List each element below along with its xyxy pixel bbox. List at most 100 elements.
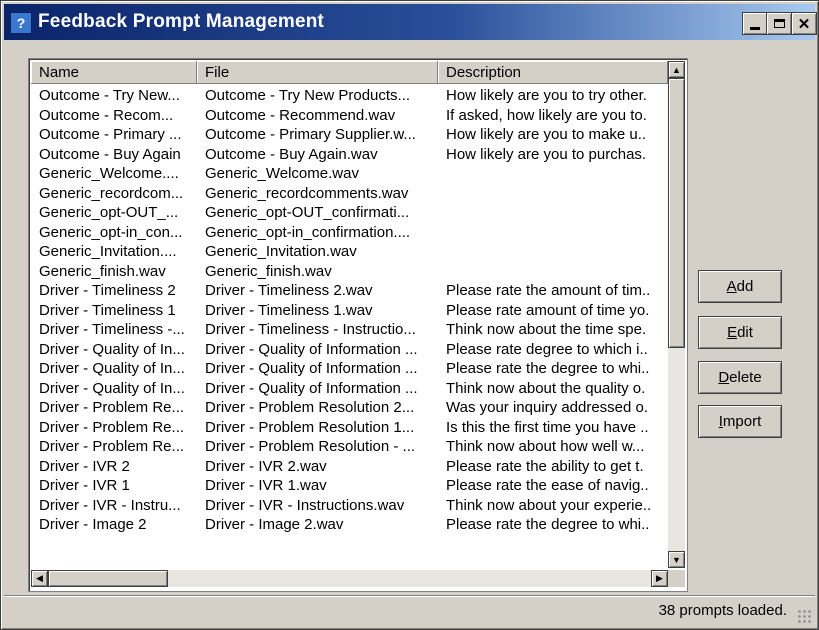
status-text: 38 prompts loaded. [658,602,787,619]
name-cell: Generic_Invitation.... [39,243,177,260]
scroll-up-button[interactable]: ▲ [668,61,685,78]
file-cell: Outcome - Try New Products... [205,87,411,104]
file-cell: Driver - Problem Resolution - ... [205,438,416,455]
resize-grip-icon[interactable] [797,609,811,623]
table-row[interactable]: Driver - IVR - Instru... Driver - IVR - I… [31,496,668,516]
vertical-scroll-thumb[interactable] [668,78,685,348]
horizontal-scrollbar[interactable]: ◀ ▶ [31,570,668,587]
scroll-left-button[interactable]: ◀ [31,570,48,587]
table-row[interactable]: Driver - Timeliness 1 Driver - Timeliness… [31,301,668,321]
table-row[interactable]: Generic_finish.wav Generic_finish.wav [31,262,668,282]
table-row[interactable]: Driver - Timeliness -... Driver - Timelin… [31,320,668,340]
scroll-down-button[interactable]: ▼ [668,551,685,568]
file-cell: Generic_finish.wav [205,262,332,280]
table-row[interactable]: Driver - Quality of In... Driver - Qualit… [31,379,668,399]
maximize-button[interactable] [766,12,792,35]
list-rows: Outcome - Try New... Outcome - Try New Pr… [31,86,668,591]
description-cell: Please rate the amount of tim.. [446,282,651,299]
description-cell: Think now about how well w... [446,438,645,455]
arrow-down-icon: ▼ [672,554,681,565]
name-cell: Driver - Image 2 [39,516,147,533]
name-cell: Driver - Problem Re... [39,418,185,436]
table-row[interactable]: Generic_opt-in_con... Generic_opt-in_conf… [31,223,668,243]
column-header-description[interactable]: Description [438,61,668,84]
add-button-label: Add [726,278,754,295]
table-row[interactable]: Generic_recordcom... Generic_recordcommen… [31,184,668,204]
description-cell: How likely are you to make u.. [446,126,647,143]
table-row[interactable]: Generic_opt-OUT_... Generic_opt-OUT_confi… [31,203,668,223]
arrow-up-icon: ▲ [672,64,681,75]
arrow-right-icon: ▶ [656,573,663,583]
file-cell: Driver - Quality of Information ... [205,340,418,358]
name-cell: Driver - Timeliness 1 [39,301,176,319]
description-cell [438,184,668,204]
minimize-button[interactable] [742,12,768,35]
table-row[interactable]: Driver - Problem Re... Driver - Problem R… [31,437,668,457]
file-cell: Generic_opt-in_confirmation.... [205,223,411,241]
file-cell: Driver - IVR 2.wav [205,457,327,475]
file-cell: Driver - Timeliness - Instructio... [205,321,416,338]
name-cell: Generic_opt-in_con... [39,223,183,241]
name-cell: Driver - Problem Re... [39,399,185,416]
vertical-scrollbar[interactable]: ▲ ▼ [668,61,685,568]
name-cell: Generic_finish.wav [39,262,166,280]
file-cell: Driver - Image 2.wav [205,516,344,533]
app-icon: ? [10,12,32,34]
file-cell: Generic_Welcome.wav [205,165,359,182]
file-cell: Generic_Invitation.wav [205,243,357,260]
name-cell: Driver - IVR 2 [39,457,130,475]
import-button[interactable]: Import [698,405,782,438]
prompt-list[interactable]: Name File Description Outcome - Try New.… [28,58,688,592]
table-row[interactable]: Outcome - Primary ... Outcome - Primary S… [31,125,668,145]
table-row[interactable]: Outcome - Try New... Outcome - Try New Pr… [31,86,668,106]
file-cell: Driver - Quality of Information ... [205,379,418,397]
table-row[interactable]: Generic_Invitation.... Generic_Invitation… [31,242,668,262]
description-cell [438,203,668,223]
file-cell: Driver - IVR - Instructions.wav [205,496,405,514]
name-cell: Generic_opt-OUT_... [39,204,179,221]
table-row[interactable]: Generic_Welcome.... Generic_Welcome.wav [31,164,668,184]
file-cell: Driver - Timeliness 1.wav [205,301,373,319]
description-cell: Please rate the ease of navig.. [446,477,649,494]
description-cell: Please rate amount of time yo. [446,301,650,319]
arrow-left-icon: ◀ [36,573,43,583]
name-cell: Generic_Welcome.... [39,165,179,182]
table-row[interactable]: Driver - Quality of In... Driver - Qualit… [31,359,668,379]
table-row[interactable]: Outcome - Buy Again Outcome - Buy Again.w… [31,145,668,165]
window-title: Feedback Prompt Management [38,11,325,32]
add-button[interactable]: Add [698,270,782,303]
delete-button[interactable]: Delete [698,361,782,394]
title-bar[interactable]: ? Feedback Prompt Management ✕ [4,4,817,40]
feedback-prompt-management-window: ? Feedback Prompt Management ✕ Name File… [0,0,819,630]
column-header-file[interactable]: File [197,61,438,84]
status-bar: 38 prompts loaded. [4,595,815,627]
column-header-name[interactable]: Name [31,61,197,84]
description-cell: If asked, how likely are you to. [446,106,647,124]
minimize-icon [750,26,760,30]
scroll-right-button[interactable]: ▶ [651,570,668,587]
table-row[interactable]: Driver - Quality of In... Driver - Qualit… [31,340,668,360]
close-button[interactable]: ✕ [791,12,817,35]
horizontal-scroll-thumb[interactable] [48,570,168,587]
file-cell: Outcome - Primary Supplier.w... [205,126,416,143]
file-cell: Driver - Timeliness 2.wav [205,282,373,299]
name-cell: Driver - Quality of In... [39,379,185,397]
name-cell: Driver - Timeliness -... [39,321,185,338]
file-cell: Outcome - Recommend.wav [205,106,396,124]
description-cell: Please rate the degree to whi.. [446,360,650,377]
table-row[interactable]: Driver - IVR 1 Driver - IVR 1.wav Please r… [31,476,668,496]
file-cell: Driver - IVR 1.wav [205,477,327,494]
table-row[interactable]: Driver - Timeliness 2 Driver - Timeliness… [31,281,668,301]
description-cell: How likely are you to purchas. [446,145,647,163]
table-row[interactable]: Driver - Problem Re... Driver - Problem R… [31,418,668,438]
name-cell: Driver - IVR - Instru... [39,496,181,514]
table-row[interactable]: Outcome - Recom... Outcome - Recommend.wa… [31,106,668,126]
name-cell: Outcome - Primary ... [39,126,182,143]
file-cell: Generic_recordcomments.wav [205,184,409,202]
table-row[interactable]: Driver - IVR 2 Driver - IVR 2.wav Please r… [31,457,668,477]
edit-button[interactable]: Edit [698,316,782,349]
description-cell: How likely are you to try other. [446,87,647,104]
table-row[interactable]: Driver - Image 2 Driver - Image 2.wav Plea… [31,515,668,535]
table-row[interactable]: Driver - Problem Re... Driver - Problem R… [31,398,668,418]
maximize-icon [773,19,785,28]
